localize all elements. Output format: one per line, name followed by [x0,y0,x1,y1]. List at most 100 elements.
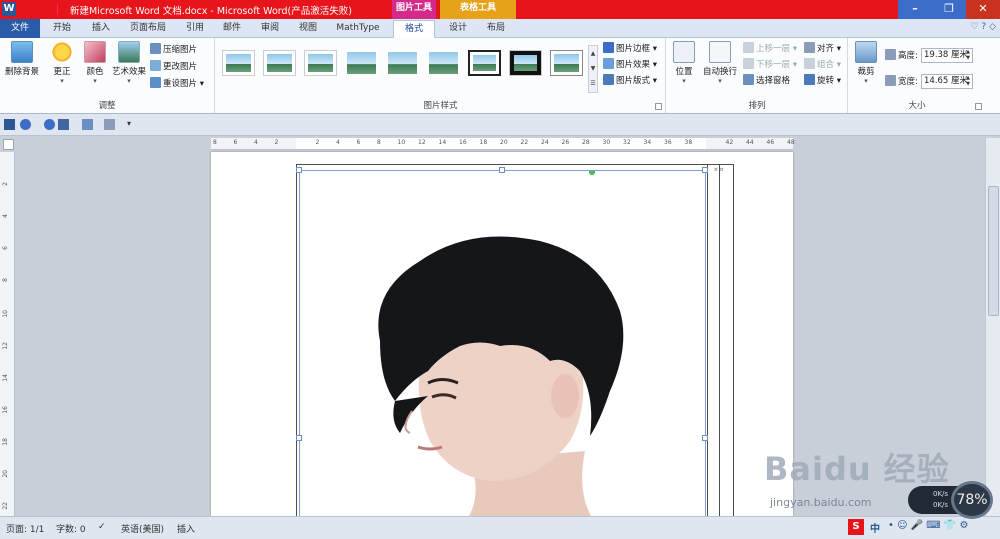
reset-picture-button[interactable]: 重设图片 ▾ [150,77,204,91]
style-thumb[interactable] [550,50,583,76]
word-count[interactable]: 字数: 0 [56,522,86,535]
help-icons[interactable]: ♡ ? ◇ [971,22,997,32]
selected-picture[interactable] [299,170,706,530]
spinner-icon[interactable]: ▲ ▼ [964,75,972,88]
ruler-tick: 22 [520,139,529,146]
resize-handle[interactable] [296,435,302,441]
sogou-icon[interactable]: S [848,519,864,535]
tab-insert[interactable]: 插入 [84,20,118,38]
save-icon[interactable] [4,119,15,130]
picture-icon[interactable] [104,119,115,130]
cpu-gauge: 78% [951,481,993,519]
close-button[interactable]: ✕ [966,0,1000,19]
tab-format[interactable]: 格式 [393,20,435,38]
ruler-tick: 2 [315,139,320,146]
color-label: 颜色 [86,67,104,77]
send-backward-icon [743,58,754,69]
resize-handle[interactable] [499,167,505,173]
align-button[interactable]: 对齐 ▾ [804,42,841,56]
resize-handle[interactable] [296,167,302,173]
selection-pane-icon [743,74,754,85]
style-thumb-selected[interactable] [468,50,501,76]
tab-view[interactable]: 视图 [291,20,325,38]
title-bar: W 新建Microsoft Word 文档.docx - Microsoft W… [0,0,1000,19]
style-thumb[interactable] [427,50,460,76]
ruler-tick: 24 [541,139,549,146]
rotate-button[interactable]: 旋转 ▾ [804,74,841,88]
group-adjust: 删除背景 更正 ▾ 颜色 ▾ 艺术效果 ▾ 压缩图片 更改图片 重设图片 ▾ 调… [0,38,215,113]
remove-background-button[interactable]: 删除背景 [3,41,41,77]
compress-pictures-button[interactable]: 压缩图片 [150,43,197,57]
selection-pane-button[interactable]: 选择窗格 [743,74,790,88]
tab-layout[interactable]: 布局 [479,20,513,38]
redo-icon[interactable] [44,119,55,130]
spinner-icon[interactable]: ▲ ▼ [964,49,972,62]
vertical-ruler[interactable]: 2 4 6 8 10 12 14 16 18 20 22 [0,152,15,516]
ime-tools[interactable]: • ☺ 🎤 ⌨ 👕 ⚙ [888,520,969,531]
send-backward-button[interactable]: 下移一层 ▾ [743,58,797,72]
width-field[interactable]: 14.65 厘米 ▲ ▼ [921,74,973,89]
title-quick-access [18,4,58,15]
gallery-scroll[interactable]: ▲ ▼ ☰ [588,45,598,93]
dialog-launcher-icon[interactable] [975,103,982,110]
tab-mailings[interactable]: 邮件 [215,20,249,38]
style-thumb[interactable] [345,50,378,76]
resize-handle[interactable] [702,435,708,441]
restore-button[interactable]: ❐ [932,0,966,19]
group-button[interactable]: 组合 ▾ [804,58,841,72]
customize-qat-icon[interactable]: ▾ [127,119,138,130]
portrait-image [300,171,705,529]
bring-forward-button[interactable]: 上移一层 ▾ [743,42,797,56]
position-button[interactable]: 位置 ▾ [671,41,697,85]
picture-border-button[interactable]: 图片边框 ▾ [603,42,657,56]
scroll-thumb[interactable] [988,186,999,316]
style-thumb[interactable] [222,50,255,76]
word-logo-icon[interactable]: W [2,2,16,16]
style-thumb[interactable] [304,50,337,76]
ruler-tick: 46 [766,139,775,146]
minimize-button[interactable]: – [898,0,932,19]
ime-toolbar: S 中 • ☺ 🎤 ⌨ 👕 ⚙ [848,517,1000,537]
horizontal-ruler[interactable]: 8 6 4 2 2 4 6 8 10 12 14 16 18 20 22 24 26 28 30 32 34 36 38 42… [211,138,795,150]
tab-design[interactable]: 设计 [441,20,475,38]
tab-review[interactable]: 审阅 [253,20,287,38]
wrap-text-button[interactable]: 自动换行 ▾ [701,41,739,85]
crop-button[interactable]: 裁剪 ▾ [852,41,880,85]
correct-button[interactable]: 更正 ▾ [46,41,78,85]
ruler-tick: 4 [2,214,9,218]
ruler-tick: 6 [2,246,9,250]
insert-mode[interactable]: 插入 [177,522,195,535]
chevron-down-icon: ▾ [718,77,722,85]
color-icon [84,41,106,63]
ruler-tick: 42 [725,139,734,146]
table-icon[interactable] [82,119,93,130]
picture-effects-button[interactable]: 图片效果 ▾ [603,58,657,72]
width-label: 宽度: [885,75,918,89]
style-thumb[interactable] [509,50,542,76]
undo-icon[interactable] [20,119,31,130]
format-painter-icon[interactable] [58,119,69,130]
dialog-launcher-icon[interactable] [655,103,662,110]
language[interactable]: 英语(美国) [121,522,164,535]
picture-layout-button[interactable]: 图片版式 ▾ [603,74,657,88]
ime-lang[interactable]: 中 [870,520,880,535]
tab-references[interactable]: 引用 [178,20,212,38]
tab-file[interactable]: 文件 [0,19,40,38]
height-field[interactable]: 19.38 厘米 ▲ ▼ [921,48,973,63]
document-page[interactable]: ¤ ¤ [211,152,793,530]
tab-mathtype[interactable]: MathType [332,20,384,38]
proofing-icon[interactable]: ✓ [98,522,106,532]
tab-home[interactable]: 开始 [45,20,79,38]
tab-page-layout[interactable]: 页面布局 [124,20,172,38]
style-thumb[interactable] [263,50,296,76]
resize-handle[interactable] [702,167,708,173]
bring-forward-label: 上移一层 [756,44,791,54]
color-button[interactable]: 颜色 ▾ [80,41,110,85]
change-picture-button[interactable]: 更改图片 [150,60,197,74]
ruler-tick: 16 [459,139,467,146]
art-effects-button[interactable]: 艺术效果 ▾ [110,41,148,85]
group-picture-styles: ▲ ▼ ☰ 图片边框 ▾ 图片效果 ▾ 图片版式 ▾ 图片样式 [216,38,666,113]
ruler-toggle-icon[interactable] [3,139,14,150]
page-count[interactable]: 页面: 1/1 [6,522,44,535]
style-thumb[interactable] [386,50,419,76]
